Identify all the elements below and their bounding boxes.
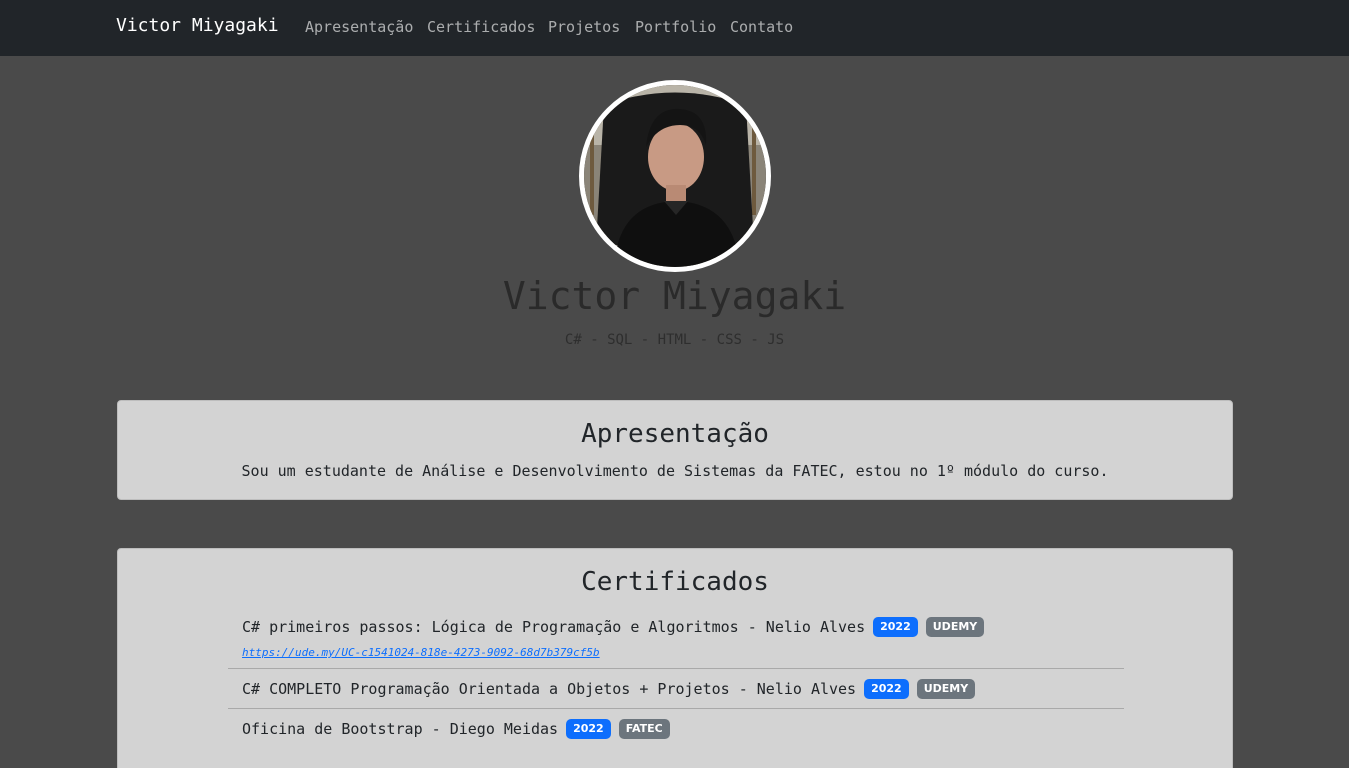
nav-link-contato[interactable]: Contato	[730, 18, 793, 36]
certificates-card: Certificados C# primeiros passos: Lógica…	[117, 548, 1233, 768]
profile-photo-image	[584, 85, 766, 267]
certificates-title: Certificados	[581, 567, 769, 597]
certificate-title: C# COMPLETO Programação Orientada a Obje…	[242, 680, 857, 698]
hero-name: Victor Miyagaki	[502, 274, 847, 318]
about-title: Apresentação	[581, 419, 769, 449]
top-navbar: Victor Miyagaki Apresentação Certificado…	[0, 0, 1349, 56]
year-badge: 2022	[566, 719, 611, 739]
org-badge: FATEC	[618, 719, 670, 739]
navbar-brand[interactable]: Victor Miyagaki	[116, 15, 279, 36]
certificate-item: C# COMPLETO Programação Orientada a Obje…	[228, 669, 1124, 709]
certificate-title: C# primeiros passos: Lógica de Programaç…	[242, 618, 866, 636]
nav-link-apresentacao[interactable]: Apresentação	[305, 18, 413, 36]
profile-photo	[579, 80, 771, 272]
certificate-title: Oficina de Bootstrap - Diego Meidas	[242, 720, 559, 738]
certificates-list: C# primeiros passos: Lógica de Programaç…	[228, 607, 1124, 748]
hero-skills: C# - SQL - HTML - CSS - JS	[564, 332, 785, 348]
nav-link-projetos[interactable]: Projetos	[548, 18, 620, 36]
nav-link-certificados[interactable]: Certificados	[427, 18, 535, 36]
certificate-link[interactable]: https://ude.my/UC-c1541024-818e-4273-909…	[242, 646, 1124, 659]
certificate-item: C# primeiros passos: Lógica de Programaç…	[228, 607, 1124, 669]
nav-link-portfolio[interactable]: Portfolio	[635, 18, 716, 36]
org-badge: UDEMY	[916, 679, 976, 699]
year-badge: 2022	[864, 679, 909, 699]
year-badge: 2022	[873, 617, 918, 637]
about-text: Sou um estudante de Análise e Desenvolvi…	[241, 462, 1109, 480]
certificate-item: Oficina de Bootstrap - Diego Meidas 2022…	[228, 709, 1124, 748]
about-card: Apresentação Sou um estudante de Análise…	[117, 400, 1233, 500]
org-badge: UDEMY	[925, 617, 985, 637]
